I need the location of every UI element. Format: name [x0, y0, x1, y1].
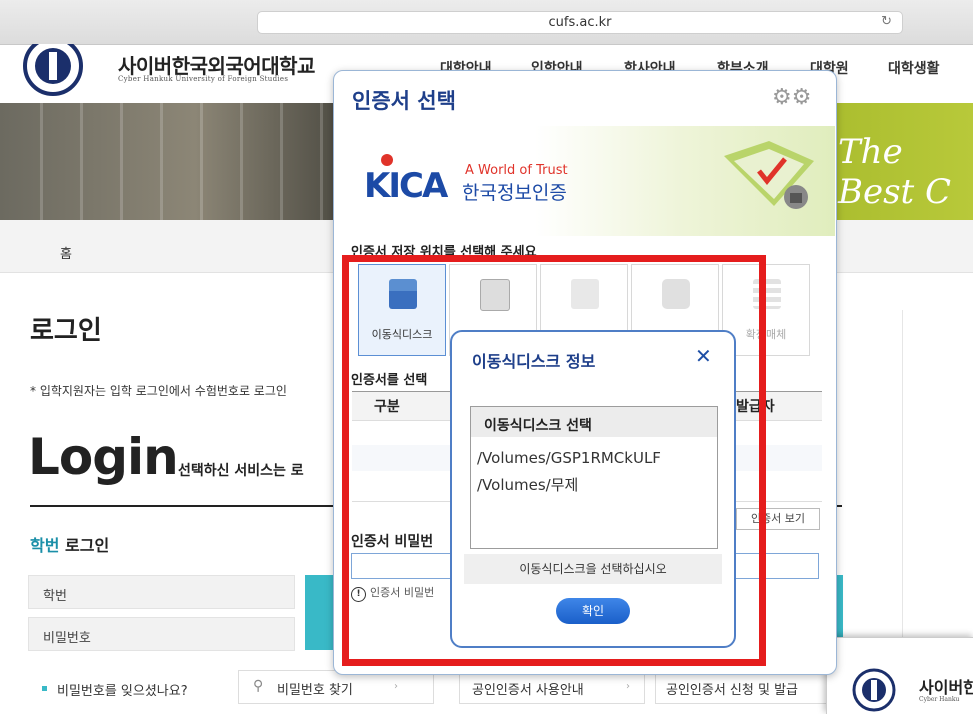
- login-heading: Login: [28, 428, 179, 486]
- chevron-right-icon: ›: [626, 681, 630, 692]
- student-id-field[interactable]: 학번: [28, 575, 295, 609]
- student-id-highlight: 학번: [30, 536, 60, 555]
- usb-list-item[interactable]: /Volumes/무제: [477, 474, 578, 495]
- bullet-icon: [42, 686, 47, 691]
- cert-issue-label: 공인인증서 신청 및 발급: [666, 683, 798, 698]
- gear-icon[interactable]: ⚙⚙: [772, 85, 811, 110]
- confirm-button[interactable]: 확인: [556, 598, 630, 624]
- usb-list-header: 이동식디스크 선택: [471, 407, 717, 437]
- applicant-notice: * 입학지원자는 입학 로그인에서 수험번호로 로그인: [30, 384, 287, 398]
- find-password-button[interactable]: ⚲ 비밀번호 찾기 ›: [238, 670, 434, 704]
- browser-toolbar: cufs.ac.kr ↻: [0, 0, 973, 45]
- usb-list-item[interactable]: /Volumes/GSP1RMCkULF: [477, 449, 661, 467]
- breadcrumb-home[interactable]: 홈: [60, 243, 72, 262]
- kica-name: 한국정보인증: [462, 182, 567, 204]
- divider: [902, 310, 903, 640]
- reload-icon[interactable]: ↻: [881, 14, 892, 29]
- address-bar[interactable]: cufs.ac.kr ↻: [257, 11, 903, 34]
- usb-dialog-title: 이동식디스크 정보: [472, 352, 596, 371]
- removable-disk-list[interactable]: 이동식디스크 선택 /Volumes/GSP1RMCkULF /Volumes/…: [470, 406, 718, 549]
- thumbnail-logo-text: 사이버한: [919, 678, 973, 697]
- university-emblem-icon[interactable]: [18, 44, 88, 104]
- removable-disk-dialog: 이동식디스크 정보 ✕ 이동식디스크 선택 /Volumes/GSP1RMCkU…: [450, 330, 736, 648]
- forgot-password-text: 비밀번호를 잊으셨나요?: [57, 684, 188, 699]
- usb-status-message: 이동식디스크을 선택하십시오: [464, 554, 722, 584]
- chevron-right-icon: ›: [394, 681, 398, 692]
- url-text: cufs.ac.kr: [548, 15, 612, 30]
- nav-campus-life[interactable]: 대학생활: [888, 58, 940, 78]
- login-word: 로그인: [59, 536, 110, 555]
- find-password-label: 비밀번호 찾기: [277, 683, 353, 698]
- cert-guide-label: 공인인증서 사용안내: [472, 683, 584, 698]
- cert-guide-button[interactable]: 공인인증서 사용안내 ›: [459, 670, 645, 704]
- login-button[interactable]: [305, 575, 335, 650]
- dialog-title: 인증서 선택: [352, 89, 456, 113]
- site-logo-english: Cyber Hankuk University of Foreign Studi…: [118, 75, 289, 83]
- kica-logo: KICA: [364, 166, 448, 206]
- thumbnail-logo-english: Cyber Hanku: [919, 696, 960, 703]
- page-title: 로그인: [30, 316, 102, 346]
- student-id-login-heading: 학번 로그인: [30, 532, 109, 556]
- kica-dot-icon: [381, 154, 393, 166]
- kica-slogan: A World of Trust: [465, 163, 568, 178]
- university-emblem-icon: [852, 668, 896, 712]
- password-field[interactable]: 비밀번호: [28, 617, 295, 651]
- folder-lock-icon: [724, 141, 814, 209]
- banner-slogan: The Best C: [838, 132, 952, 212]
- floating-logo-thumbnail[interactable]: 사이버한 Cyber Hanku: [826, 637, 973, 714]
- search-icon: ⚲: [253, 678, 264, 694]
- cert-issue-button[interactable]: 공인인증서 신청 및 발급: [655, 670, 840, 704]
- login-subtitle: 선택하신 서비스는 로: [178, 463, 304, 479]
- close-icon[interactable]: ✕: [695, 344, 712, 368]
